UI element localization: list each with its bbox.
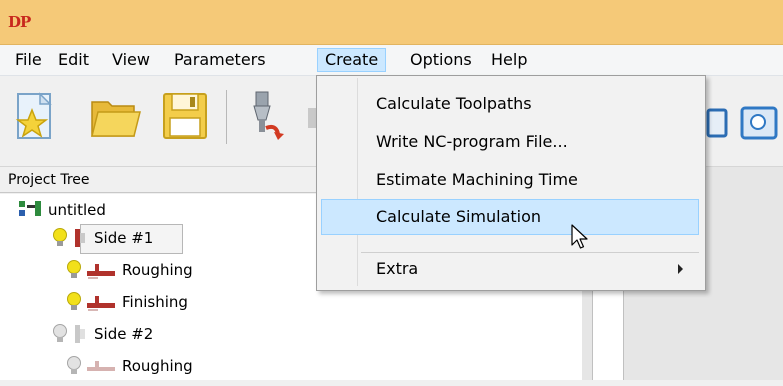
menu-parameters[interactable]: Parameters [167, 48, 273, 72]
lightbulb-off-icon [66, 355, 82, 386]
app-logo: DP [8, 13, 31, 31]
machine-tool-icon[interactable] [240, 88, 290, 144]
menu-item-extra[interactable]: Extra [321, 251, 699, 287]
lightbulb-on-icon [52, 227, 68, 258]
side-part-icon [72, 323, 88, 354]
title-bar: DP [0, 0, 783, 45]
create-menu-dropdown: Calculate Toolpaths Write NC-program Fil… [316, 75, 706, 291]
roughing-tool-icon [86, 259, 116, 290]
menu-file[interactable]: File [8, 48, 49, 72]
menu-item-extra-label: Extra [376, 259, 419, 278]
tree-item-label: Roughing [122, 261, 193, 279]
mouse-cursor-icon [571, 224, 589, 256]
finishing-tool-icon [86, 291, 116, 322]
menu-item-write-nc-program[interactable]: Write NC-program File... [321, 124, 699, 160]
project-tree-header: Project Tree [0, 167, 319, 193]
lightbulb-off-icon [52, 323, 68, 354]
lightbulb-on-icon [66, 259, 82, 290]
tree-item-label: Side #1 [94, 229, 154, 247]
menu-item-calculate-simulation[interactable]: Calculate Simulation [321, 199, 699, 235]
menu-item-estimate-machining-time[interactable]: Estimate Machining Time [321, 162, 699, 198]
save-floppy-icon[interactable] [160, 88, 210, 144]
menu-item-calculate-toolpaths[interactable]: Calculate Toolpaths [321, 86, 699, 122]
roughing-tool-icon [86, 355, 116, 386]
submenu-arrow-icon [678, 264, 683, 274]
tree-item-label: Side #2 [94, 325, 154, 343]
toolbar-separator [226, 90, 227, 144]
tree-item-label: Roughing [122, 357, 193, 375]
menu-help[interactable]: Help [484, 48, 534, 72]
lightbulb-on-icon [66, 291, 82, 322]
menu-edit[interactable]: Edit [51, 48, 96, 72]
menu-options[interactable]: Options [403, 48, 479, 72]
zoom-icon[interactable] [740, 88, 780, 144]
project-icon [18, 199, 44, 228]
tree-item-label: Finishing [122, 293, 188, 311]
toolbar-partial-icon-right [706, 88, 730, 144]
tree-root-label: untitled [48, 201, 106, 219]
menu-bar: File Edit View Parameters Create Options… [0, 45, 783, 76]
side-part-icon [72, 227, 88, 258]
menu-create[interactable]: Create [317, 48, 387, 72]
new-project-star-icon[interactable] [10, 88, 60, 144]
open-folder-icon[interactable] [88, 88, 141, 144]
menu-view[interactable]: View [105, 48, 157, 72]
